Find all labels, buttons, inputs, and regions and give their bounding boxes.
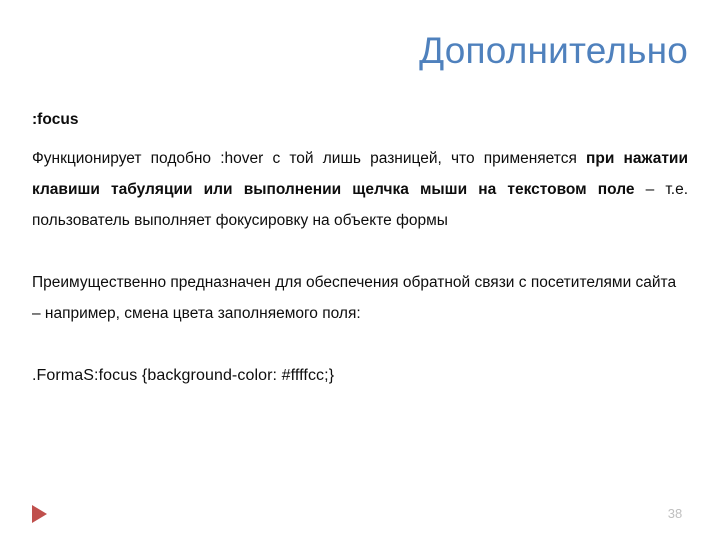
play-triangle-icon [32, 505, 47, 523]
slide-canvas: Дополнительно :focus Функционирует подоб… [0, 0, 720, 540]
slide-body: :focus Функционирует подобно :hover с то… [32, 104, 688, 391]
paragraph-spacer-2 [32, 329, 688, 360]
paragraph-spacer-1 [32, 236, 688, 267]
page-title: Дополнительно [419, 30, 688, 71]
paragraph-1-run-normal-1: Функционирует подобно :hover с той лишь … [32, 150, 587, 167]
body-heading-focus: :focus [32, 111, 79, 128]
page-number: 38 [667, 506, 683, 521]
body-paragraph-1: Функционирует подобно :hover с той лишь … [32, 143, 688, 236]
body-paragraph-2: Преимущественно предназначен для обеспеч… [32, 274, 677, 322]
css-code-snippet: .FormaS:focus {background-color: #ffffcc… [32, 367, 335, 384]
